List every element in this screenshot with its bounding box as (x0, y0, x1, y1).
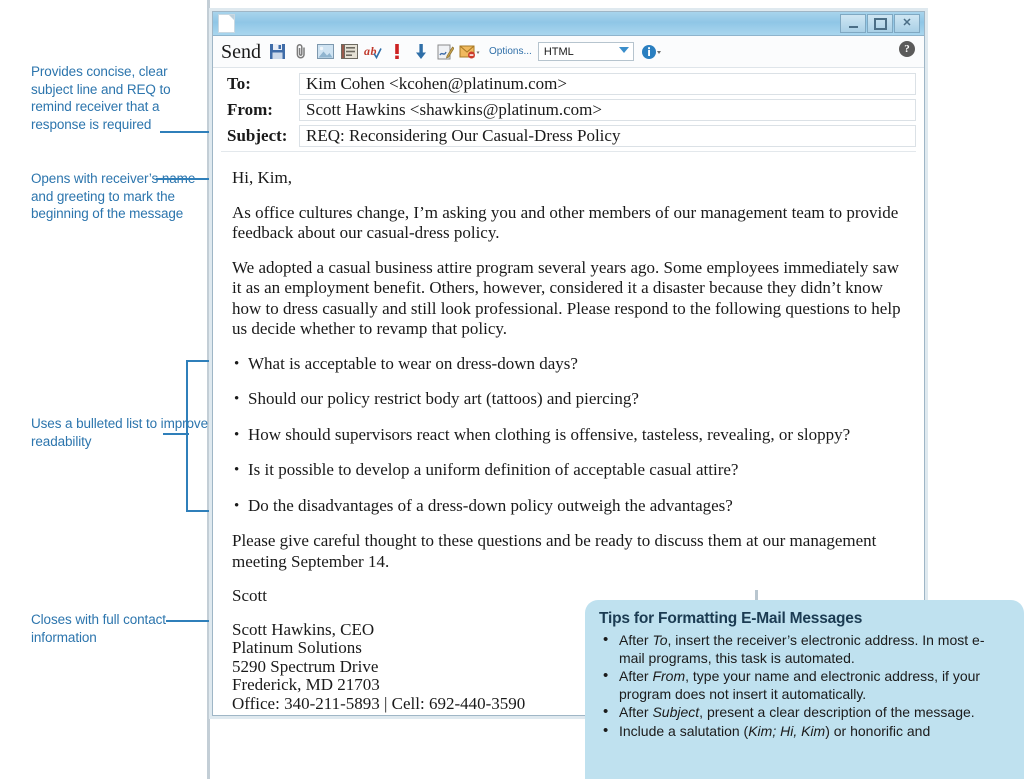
from-row: From: Scott Hawkins <shawkins@platinum.c… (221, 99, 916, 121)
leader-line-subject (160, 131, 212, 133)
window-controls: ✕ (840, 14, 920, 33)
to-label: To: (227, 74, 251, 93)
compose-headers: To: Kim Cohen <kcohen@platinum.com> From… (213, 68, 924, 154)
tips-text: ) or honorific and (825, 722, 931, 739)
address-book-icon[interactable] (337, 40, 361, 64)
leader-line-greeting (156, 178, 212, 180)
body-paragraph-2: We adopted a casual business attire prog… (232, 257, 901, 339)
tips-text: , present a clear description of the mes… (699, 704, 975, 720)
stationery-icon[interactable] (457, 40, 481, 64)
format-select[interactable]: HTML (537, 42, 634, 61)
list-item: Do the disadvantages of a dress-down pol… (232, 496, 908, 517)
from-label: From: (227, 100, 273, 119)
list-item: Is it possible to develop a uniform defi… (232, 460, 908, 481)
chevron-down-icon (618, 47, 629, 53)
subject-label: Subject: (227, 126, 288, 145)
annotation-closing: Closes with full contact information (31, 612, 166, 645)
svg-text:a: a (364, 44, 370, 58)
leader-line-closing (166, 620, 212, 622)
tips-item: After Subject, present a clear descripti… (599, 703, 1010, 722)
minimize-button[interactable] (840, 14, 866, 33)
info-icon[interactable] (640, 40, 664, 64)
send-button[interactable]: Send (221, 42, 261, 62)
insert-picture-icon[interactable] (313, 40, 337, 64)
subject-row: Subject: REQ: Reconsidering Our Casual-D… (221, 125, 916, 147)
tips-title: Tips for Formatting E-Mail Messages (599, 610, 863, 627)
question-list: What is acceptable to wear on dress-down… (232, 354, 908, 517)
tips-text: After (619, 704, 653, 720)
tips-item: Include a salutation (Kim; Hi, Kim) or h… (599, 722, 1010, 741)
tips-text: After (619, 632, 653, 648)
body-greeting: Hi, Kim, (232, 168, 292, 187)
format-select-value: HTML (543, 45, 574, 58)
tips-emphasis: Subject (652, 704, 700, 720)
tips-emphasis: From (652, 668, 686, 684)
tips-emphasis: Kim; Hi, Kim (748, 722, 826, 739)
body-paragraph-1: As office cultures change, I’m asking yo… (232, 202, 899, 243)
signature-icon[interactable] (433, 40, 457, 64)
subject-input[interactable]: REQ: Reconsidering Our Casual-Dress Poli… (299, 125, 916, 147)
high-priority-icon[interactable] (385, 40, 409, 64)
tips-text: Include a salutation ( (619, 722, 749, 739)
document-icon (218, 14, 235, 33)
tips-text: After (619, 668, 653, 684)
options-button[interactable]: Options... (489, 46, 532, 57)
maximize-button[interactable] (867, 14, 893, 33)
help-icon[interactable]: ? (899, 41, 915, 57)
window-titlebar: ✕ (213, 12, 924, 36)
spell-check-icon[interactable]: a b (361, 40, 385, 64)
body-paragraph-3: Please give careful thought to these que… (232, 531, 877, 571)
tips-text: , insert the receiver’s electronic addre… (619, 632, 985, 666)
tips-item: After From, type your name and electroni… (599, 667, 1010, 703)
tips-list: After To, insert the receiver’s electron… (599, 631, 1010, 741)
tips-callout: Tips for Formatting E-Mail Messages Afte… (585, 600, 1024, 779)
save-icon[interactable] (265, 40, 289, 64)
to-row: To: Kim Cohen <kcohen@platinum.com> (221, 73, 916, 95)
tips-item: After To, insert the receiver’s electron… (599, 631, 1010, 667)
tips-emphasis: To (652, 632, 668, 648)
header-divider (221, 151, 916, 152)
annotation-bracket-bullets (186, 360, 214, 512)
list-item: What is acceptable to wear on dress-down… (232, 354, 908, 375)
from-input[interactable]: Scott Hawkins <shawkins@platinum.com> (299, 99, 916, 121)
list-item: Should our policy restrict body art (tat… (232, 389, 908, 410)
close-button[interactable]: ✕ (894, 14, 920, 33)
compose-toolbar: Send a b Options... HTML ? (213, 36, 924, 68)
list-item: How should supervisors react when clothi… (232, 425, 908, 446)
annotation-subject: Provides concise, clear subject line and… (31, 64, 171, 132)
leader-line-bullets (163, 433, 189, 435)
to-input[interactable]: Kim Cohen <kcohen@platinum.com> (299, 73, 916, 95)
low-priority-icon[interactable] (409, 40, 433, 64)
attach-paperclip-icon[interactable] (289, 40, 313, 64)
